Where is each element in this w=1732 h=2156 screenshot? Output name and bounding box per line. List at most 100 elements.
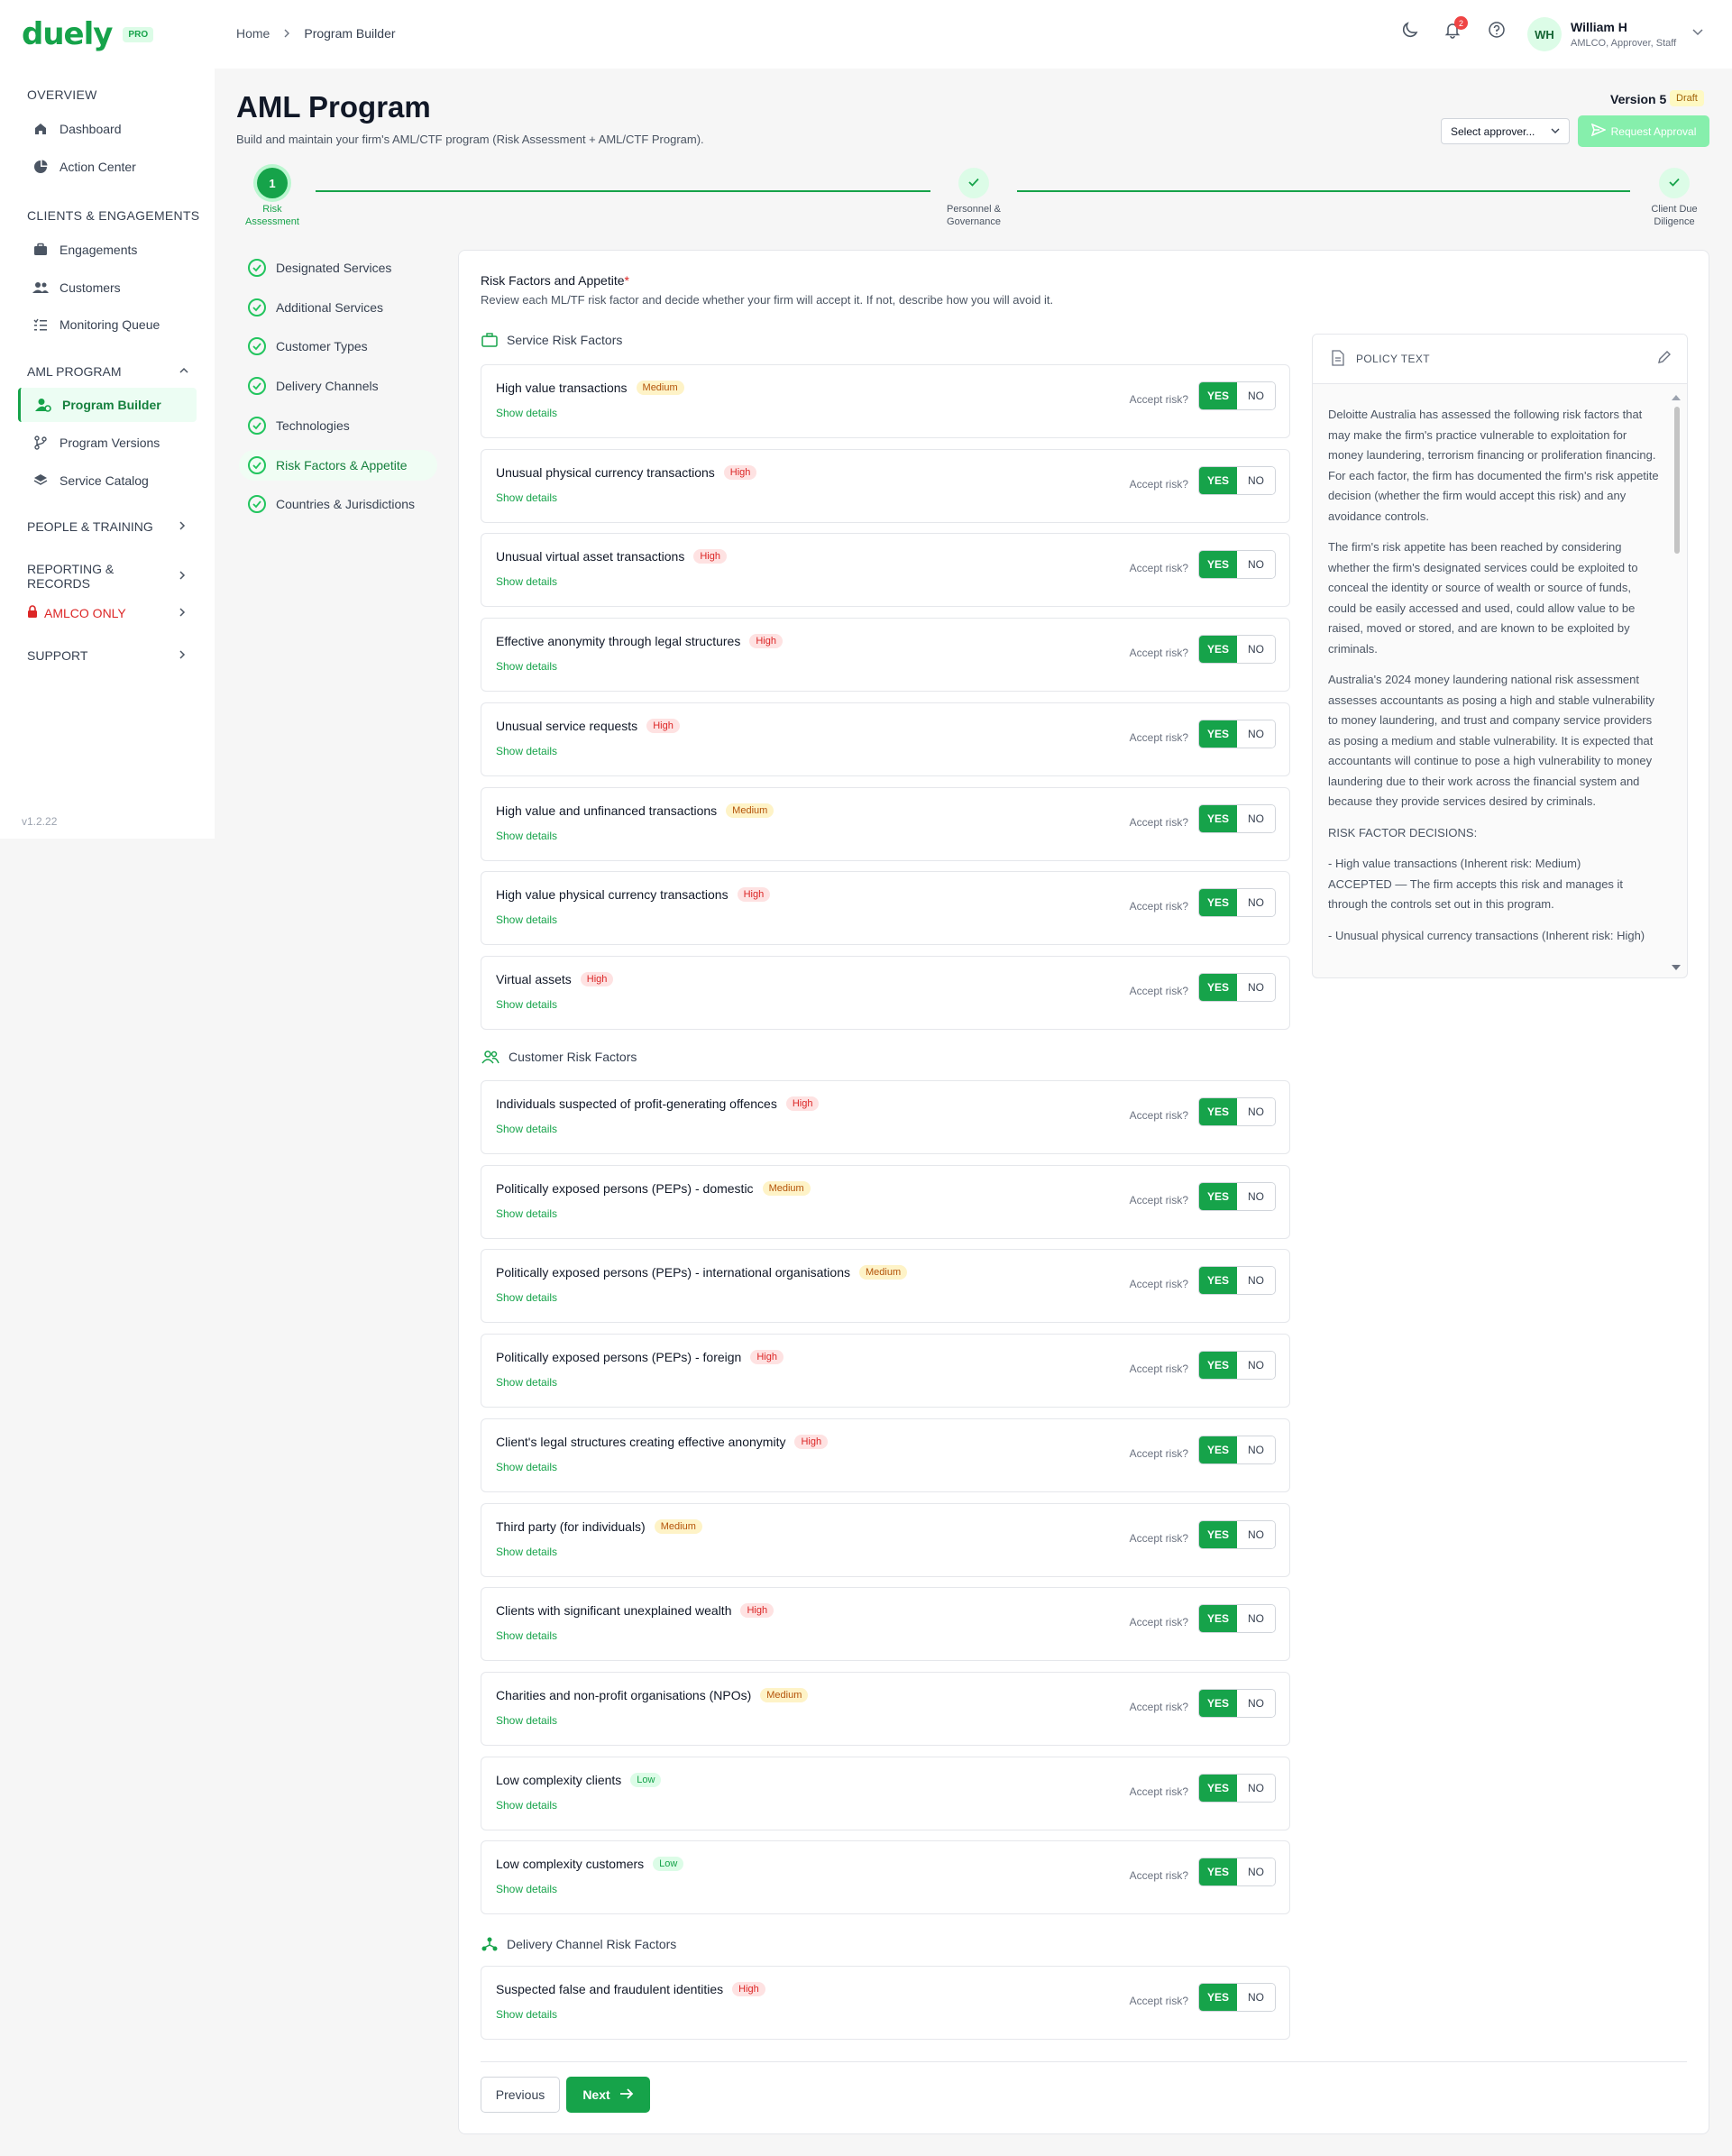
no-button[interactable]: NO [1237, 974, 1275, 1001]
yes-button[interactable]: YES [1199, 805, 1237, 832]
substep-customer-types[interactable]: Customer Types [239, 331, 437, 362]
show-details-link[interactable]: Show details [496, 913, 557, 926]
show-details-link[interactable]: Show details [496, 1883, 557, 1895]
no-button[interactable]: NO [1237, 1183, 1275, 1210]
chevron-right-icon [177, 519, 188, 534]
show-details-link[interactable]: Show details [496, 745, 557, 757]
nav-section-aml-program[interactable]: AML PROGRAM [27, 364, 189, 379]
yes-button[interactable]: YES [1199, 889, 1237, 916]
yes-button[interactable]: YES [1199, 1352, 1237, 1379]
step-label[interactable]: Risk Assessment [223, 203, 322, 228]
yes-button[interactable]: YES [1199, 1436, 1237, 1463]
substep-delivery-channels[interactable]: Delivery Channels [239, 371, 437, 401]
no-button[interactable]: NO [1237, 1775, 1275, 1802]
avatar[interactable]: WH [1527, 17, 1562, 51]
no-button[interactable]: NO [1237, 1690, 1275, 1717]
yes-button[interactable]: YES [1199, 1984, 1237, 2011]
step-label[interactable]: Client Due Diligence [1625, 203, 1724, 228]
sidebar-item-service-catalog[interactable]: Service Catalog [18, 463, 197, 498]
substep-additional-services[interactable]: Additional Services [239, 292, 437, 323]
show-details-link[interactable]: Show details [496, 1207, 557, 1220]
no-button[interactable]: NO [1237, 805, 1275, 832]
yes-button[interactable]: YES [1199, 551, 1237, 578]
logo[interactable]: duely PRO [22, 16, 154, 52]
nav-group-reporting-records[interactable]: REPORTING & RECORDS [27, 562, 188, 591]
step-label[interactable]: Personnel & Governance [924, 203, 1023, 228]
no-button[interactable]: NO [1237, 1436, 1275, 1463]
no-button[interactable]: NO [1237, 1858, 1275, 1885]
chevron-down-icon[interactable] [1691, 25, 1704, 42]
no-button[interactable]: NO [1237, 382, 1275, 409]
show-details-link[interactable]: Show details [496, 1123, 557, 1135]
breadcrumb-home[interactable]: Home [236, 26, 270, 41]
no-button[interactable]: NO [1237, 1605, 1275, 1632]
show-details-link[interactable]: Show details [496, 998, 557, 1011]
show-details-link[interactable]: Show details [496, 1714, 557, 1727]
step-personnel-governance[interactable] [958, 168, 989, 198]
no-button[interactable]: NO [1237, 636, 1275, 663]
show-details-link[interactable]: Show details [496, 1799, 557, 1812]
no-button[interactable]: NO [1237, 1521, 1275, 1548]
substep-countries-jurisdictions[interactable]: Countries & Jurisdictions [239, 489, 437, 519]
yes-button[interactable]: YES [1199, 1267, 1237, 1294]
no-button[interactable]: NO [1237, 467, 1275, 494]
yes-button[interactable]: YES [1199, 720, 1237, 748]
show-details-link[interactable]: Show details [496, 491, 557, 504]
help-button[interactable] [1485, 20, 1508, 43]
sidebar-item-engagements[interactable]: Engagements [18, 233, 197, 267]
approver-select[interactable]: Select approver... [1441, 118, 1570, 144]
substep-designated-services[interactable]: Designated Services [239, 252, 437, 283]
sidebar-item-dashboard[interactable]: Dashboard [18, 112, 197, 146]
yes-button[interactable]: YES [1199, 467, 1237, 494]
show-details-link[interactable]: Show details [496, 1291, 557, 1304]
show-details-link[interactable]: Show details [496, 575, 557, 588]
show-details-link[interactable]: Show details [496, 660, 557, 673]
yes-button[interactable]: YES [1199, 1098, 1237, 1125]
show-details-link[interactable]: Show details [496, 2008, 557, 2021]
sidebar-item-customers[interactable]: Customers [18, 271, 197, 305]
scroll-up-arrow[interactable] [1672, 395, 1681, 400]
no-button[interactable]: NO [1237, 1984, 1275, 2011]
no-button[interactable]: NO [1237, 551, 1275, 578]
nav-group-amlco-only[interactable]: AMLCO ONLY [27, 605, 188, 620]
nav-group-people-training[interactable]: PEOPLE & TRAINING [27, 519, 188, 534]
previous-button[interactable]: Previous [481, 2077, 560, 2113]
notifications-button[interactable]: 2 [1441, 16, 1468, 43]
substep-risk-factors-appetite[interactable]: Risk Factors & Appetite [239, 450, 437, 481]
scrollbar-thumb[interactable] [1674, 407, 1680, 554]
show-details-link[interactable]: Show details [496, 1546, 557, 1558]
yes-button[interactable]: YES [1199, 1183, 1237, 1210]
show-details-link[interactable]: Show details [496, 407, 557, 419]
yes-button[interactable]: YES [1199, 1775, 1237, 1802]
sidebar-item-monitoring-queue[interactable]: Monitoring Queue [18, 307, 197, 342]
no-button[interactable]: NO [1237, 889, 1275, 916]
yes-button[interactable]: YES [1199, 1858, 1237, 1885]
no-button[interactable]: NO [1237, 1352, 1275, 1379]
yes-button[interactable]: YES [1199, 1521, 1237, 1548]
show-details-link[interactable]: Show details [496, 830, 557, 842]
sidebar-item-program-builder[interactable]: Program Builder [18, 388, 197, 422]
show-details-link[interactable]: Show details [496, 1376, 557, 1389]
scroll-down-arrow[interactable] [1672, 965, 1681, 970]
substep-technologies[interactable]: Technologies [239, 410, 437, 441]
sidebar-item-program-versions[interactable]: Program Versions [18, 426, 197, 460]
sidebar-item-action-center[interactable]: Action Center [18, 150, 197, 184]
yes-button[interactable]: YES [1199, 1605, 1237, 1632]
no-button[interactable]: NO [1237, 1098, 1275, 1125]
next-button[interactable]: Next [566, 2077, 650, 2113]
request-approval-button[interactable]: Request Approval [1578, 115, 1709, 147]
step-risk-assessment[interactable]: 1 [257, 168, 288, 198]
show-details-link[interactable]: Show details [496, 1629, 557, 1642]
no-button[interactable]: NO [1237, 1267, 1275, 1294]
yes-button[interactable]: YES [1199, 974, 1237, 1001]
nav-group-support[interactable]: SUPPORT [27, 648, 188, 663]
user-name[interactable]: William H [1571, 20, 1627, 34]
show-details-link[interactable]: Show details [496, 1461, 557, 1473]
yes-button[interactable]: YES [1199, 636, 1237, 663]
step-client-due-diligence[interactable] [1659, 168, 1690, 198]
edit-policy-button[interactable] [1656, 349, 1672, 370]
yes-button[interactable]: YES [1199, 382, 1237, 409]
theme-toggle-button[interactable] [1398, 20, 1422, 43]
no-button[interactable]: NO [1237, 720, 1275, 748]
yes-button[interactable]: YES [1199, 1690, 1237, 1717]
